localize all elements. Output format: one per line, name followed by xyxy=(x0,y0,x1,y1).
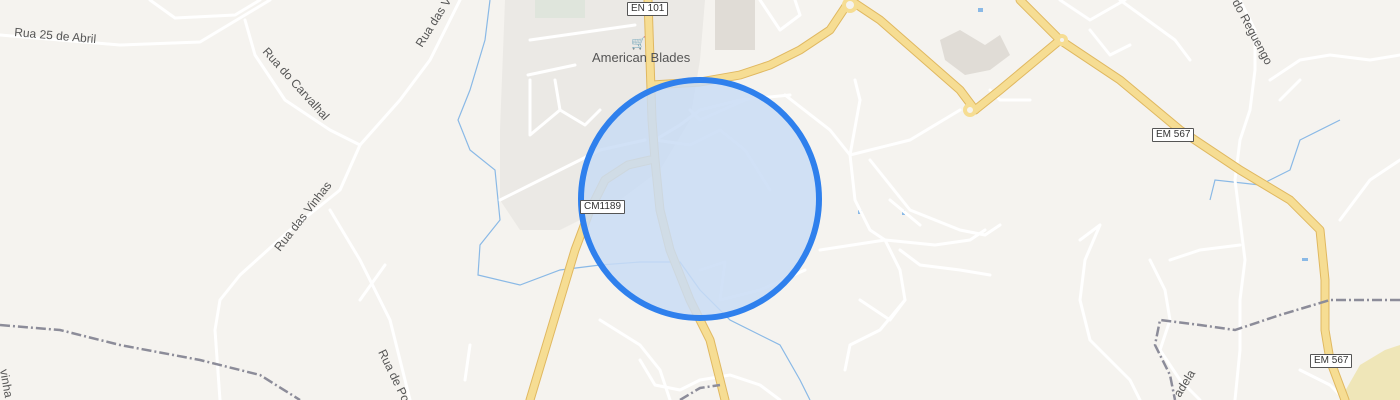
road-shield-en101: EN 101 xyxy=(627,2,669,16)
street-label-reguengo: do Reguengo xyxy=(1229,0,1275,67)
road-shield-cm1189: CM1189 xyxy=(580,200,626,214)
building-complex xyxy=(940,30,1010,75)
street-label-rua-carvalhal: Rua do Carvalhal xyxy=(260,45,332,123)
street-label-vinha: vinha xyxy=(0,368,16,399)
street-label-rua-vinhas: Rua das Vinhas xyxy=(271,179,334,254)
road-shield-em567-south: EM 567 xyxy=(1310,354,1353,368)
map-canvas: Rua 25 de Abril Rua do Carvalhal Rua das… xyxy=(0,0,1400,400)
street-label-rua-25-abril: Rua 25 de Abril xyxy=(14,25,97,46)
poi-label-american-blades[interactable]: American Blades xyxy=(592,50,690,65)
location-accuracy-circle xyxy=(578,77,822,321)
shopping-basket-icon[interactable]: 🛒 xyxy=(631,36,646,50)
map-view[interactable]: Rua 25 de Abril Rua do Carvalhal Rua das… xyxy=(0,0,1400,400)
building xyxy=(715,0,755,50)
street-label-rua-po: Rua de Po xyxy=(375,347,413,400)
green-field-area xyxy=(535,0,585,18)
road-shield-em567-north: EM 567 xyxy=(1152,128,1195,142)
